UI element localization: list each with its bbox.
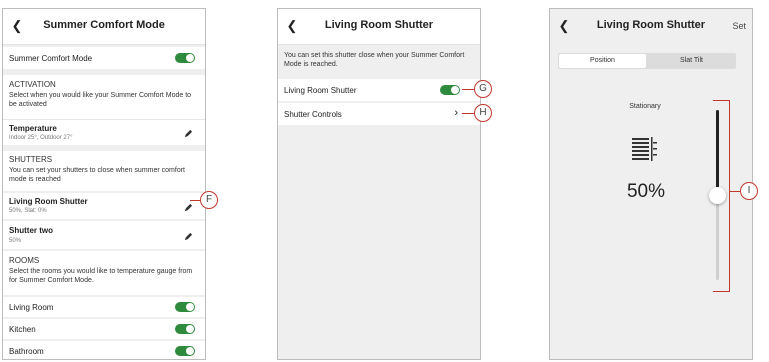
shutter-item-living-room[interactable]: Living Room Shutter 50%, Slat: 0% — [3, 193, 205, 219]
rooms-heading: ROOMS — [9, 256, 40, 265]
header: ❮ Living Room Shutter Set — [550, 9, 752, 45]
temperature-title: Temperature — [9, 124, 57, 133]
living-room-shutter-toggle[interactable] — [440, 85, 460, 95]
room-item-living-room[interactable]: Living Room — [3, 297, 205, 317]
toggle-label: Living Room Shutter — [284, 86, 357, 95]
room-toggle[interactable] — [175, 346, 195, 356]
screen-living-room-shutter: ❮ Living Room Shutter You can set this s… — [277, 8, 481, 360]
page-title: Living Room Shutter — [324, 19, 434, 31]
callout-i: I — [740, 182, 758, 200]
screen-summer-comfort-mode: ❮ Summer Comfort Mode Summer Comfort Mod… — [2, 8, 206, 360]
edit-pencil-icon[interactable] — [184, 203, 193, 212]
header: ❮ Living Room Shutter — [278, 9, 480, 45]
activation-section: ACTIVATION Select when you would like yo… — [3, 75, 205, 119]
room-item-bathroom[interactable]: Bathroom — [3, 341, 205, 359]
status-label: Stationary — [629, 103, 661, 110]
tab-position[interactable]: Position — [559, 54, 646, 68]
shutter-name: Shutter two — [9, 226, 53, 235]
shutters-heading: SHUTTERS — [9, 155, 53, 164]
shutter-icon — [632, 137, 657, 161]
room-toggle[interactable] — [175, 302, 195, 312]
edit-pencil-icon[interactable] — [184, 129, 193, 138]
shutter-description: You can set this shutter close when your… — [284, 52, 465, 68]
activation-heading: ACTIVATION — [9, 80, 56, 89]
position-percent: 50% — [626, 181, 666, 202]
summer-comfort-mode-toggle[interactable] — [175, 53, 195, 63]
room-name: Living Room — [9, 303, 54, 312]
rooms-section: ROOMS Select the rooms you would like to… — [3, 251, 205, 295]
callout-g: G — [474, 80, 492, 98]
room-toggle[interactable] — [175, 324, 195, 334]
shutter-name: Living Room Shutter — [9, 197, 88, 206]
tab-slat-tilt[interactable]: Slat Tilt — [647, 53, 736, 69]
room-item-kitchen[interactable]: Kitchen — [3, 319, 205, 339]
callout-i-bracket — [713, 100, 730, 292]
room-name: Bathroom — [9, 347, 44, 356]
header: ❮ Summer Comfort Mode — [3, 9, 205, 45]
shutter-detail: 50%, Slat: 0% — [9, 208, 47, 214]
shutters-description: You can set your shutters to close when … — [9, 167, 185, 183]
callout-f-line — [190, 200, 200, 201]
summer-comfort-mode-label: Summer Comfort Mode — [9, 54, 93, 63]
living-room-shutter-toggle-row[interactable]: Living Room Shutter — [278, 79, 480, 101]
shutter-controls-row[interactable]: Shutter Controls › — [278, 103, 480, 125]
room-name: Kitchen — [9, 325, 36, 334]
shutter-item-two[interactable]: Shutter two 50% — [3, 221, 205, 249]
shutters-section: SHUTTERS You can set your shutters to cl… — [3, 151, 205, 191]
callout-f: F — [200, 191, 218, 209]
page-title: Summer Comfort Mode — [43, 19, 165, 31]
shutter-controls-label: Shutter Controls — [284, 110, 342, 119]
shutter-detail: 50% — [9, 238, 22, 244]
chevron-right-icon: › — [454, 107, 458, 119]
callout-g-line — [462, 89, 474, 90]
page-title: Living Room Shutter — [596, 19, 706, 31]
callout-i-line — [730, 191, 740, 192]
callout-h: H — [474, 104, 492, 122]
temperature-detail: Indoor 25°, Outdoor 27° — [9, 135, 73, 141]
callout-h-line — [462, 113, 474, 114]
rooms-description: Select the rooms you would like to tempe… — [9, 268, 193, 284]
activation-description: Select when you would like your Summer C… — [9, 92, 192, 108]
segmented-control: Position Slat Tilt — [558, 53, 736, 69]
screen-shutter-controls: ❮ Living Room Shutter Set Position Slat … — [549, 8, 753, 360]
edit-pencil-icon[interactable] — [184, 232, 193, 241]
summer-comfort-mode-row[interactable]: Summer Comfort Mode — [3, 47, 205, 69]
temperature-row[interactable]: Temperature Indoor 25°, Outdoor 27° — [3, 119, 205, 145]
set-button[interactable]: Set — [732, 21, 746, 31]
